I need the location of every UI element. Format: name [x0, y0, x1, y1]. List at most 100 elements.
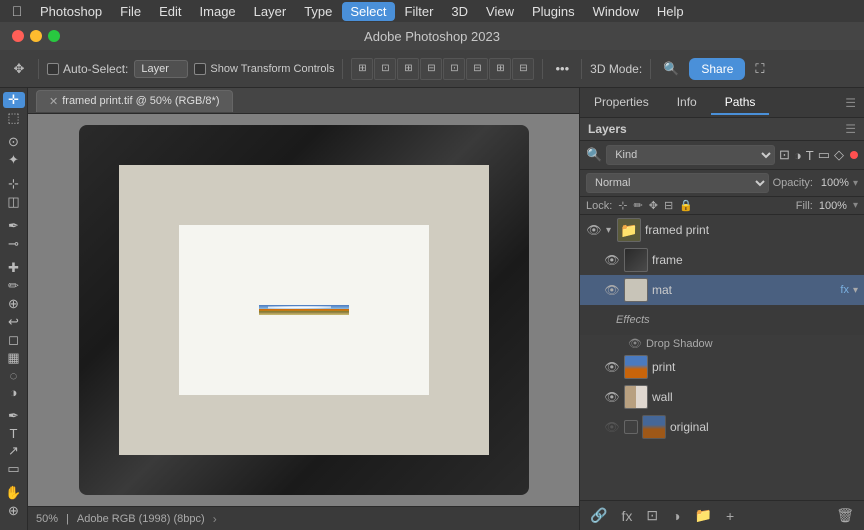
brush-tool[interactable]: ✏: [3, 278, 25, 294]
layer-row-print[interactable]: 👁 print: [580, 352, 864, 382]
marquee-tool[interactable]: ⬚: [3, 110, 25, 126]
transform-checkbox[interactable]: [194, 63, 206, 75]
align-bottom-button[interactable]: ⊟: [466, 58, 488, 80]
new-fill-button[interactable]: ◑: [668, 506, 684, 526]
opacity-chevron[interactable]: ▾: [853, 178, 858, 189]
zoom-tool[interactable]: ⊕: [3, 503, 25, 519]
pen-tool[interactable]: ✒: [3, 408, 25, 424]
align-left-button[interactable]: ⊞: [351, 58, 373, 80]
text-tool[interactable]: T: [3, 426, 25, 441]
fill-chevron[interactable]: ▾: [853, 200, 858, 211]
distribute-h-button[interactable]: ⊞: [489, 58, 511, 80]
slice-tool[interactable]: ◫: [3, 194, 25, 210]
menu-edit[interactable]: Edit: [151, 2, 189, 21]
stamp-tool[interactable]: ⊕: [3, 296, 25, 312]
close-button[interactable]: [12, 30, 24, 42]
layer-row-original[interactable]: 👁 original: [580, 412, 864, 442]
tab-info[interactable]: Info: [663, 91, 711, 115]
lock-artboard-icon[interactable]: ⊟: [664, 199, 673, 212]
distribute-v-button[interactable]: ⊟: [512, 58, 534, 80]
new-group-button[interactable]: 📁: [691, 505, 716, 526]
layer-mode-select[interactable]: Layer: [134, 60, 188, 78]
layer-visibility-mat[interactable]: 👁: [604, 282, 620, 298]
lock-position-icon[interactable]: ⊹: [618, 199, 627, 212]
menu-type[interactable]: Type: [296, 2, 340, 21]
type-filter-icon[interactable]: T: [806, 148, 814, 163]
move-tool-button[interactable]: ✥: [8, 58, 30, 80]
pixel-filter-icon[interactable]: ⊡: [779, 147, 790, 163]
blur-tool[interactable]: ◌: [3, 368, 25, 383]
align-right-button[interactable]: ⊞: [397, 58, 419, 80]
status-arrow[interactable]: ›: [213, 512, 217, 526]
layer-visibility-wall[interactable]: 👁: [604, 389, 620, 405]
lock-move-icon[interactable]: ✥: [649, 199, 658, 212]
menu-view[interactable]: View: [478, 2, 522, 21]
gradient-tool[interactable]: ▦: [3, 350, 25, 366]
heal-tool[interactable]: ✚: [3, 260, 25, 276]
layer-lock-original[interactable]: [624, 420, 638, 434]
layer-visibility-print[interactable]: 👁: [604, 359, 620, 375]
expand-button[interactable]: ⛶: [751, 59, 768, 79]
shape-tool[interactable]: ▭: [3, 461, 25, 477]
layers-menu-icon[interactable]: ☰: [845, 122, 856, 136]
history-tool[interactable]: ↩: [3, 314, 25, 330]
document-tab[interactable]: ✕ framed print.tif @ 50% (RGB/8*): [36, 90, 233, 112]
align-center-v-button[interactable]: ⊡: [443, 58, 465, 80]
effect-visibility-drop-shadow[interactable]: 👁: [628, 337, 642, 350]
lock-all-icon[interactable]: 🔒: [679, 199, 693, 212]
layer-row-frame[interactable]: 👁 frame: [580, 245, 864, 275]
shape-filter-icon[interactable]: ▭: [818, 147, 830, 163]
menu-select[interactable]: Select: [342, 2, 394, 21]
menu-3d[interactable]: 3D: [443, 2, 476, 21]
more-options-button[interactable]: •••: [551, 59, 573, 78]
effect-row-drop-shadow[interactable]: 👁 Drop Shadow: [580, 335, 864, 352]
lasso-tool[interactable]: ⊙: [3, 134, 25, 150]
layer-row-framed-print[interactable]: 👁 ▾ 📁 framed print: [580, 215, 864, 245]
layer-visibility-original[interactable]: 👁: [604, 419, 620, 435]
layer-row-mat[interactable]: 👁 mat fx ▾: [580, 275, 864, 305]
magic-wand-tool[interactable]: ✦: [3, 152, 25, 168]
tab-paths[interactable]: Paths: [711, 91, 770, 115]
eyedropper-tool[interactable]: ✒: [3, 218, 25, 234]
canvas[interactable]: [28, 114, 579, 506]
minimize-button[interactable]: [30, 30, 42, 42]
menu-window[interactable]: Window: [585, 2, 647, 21]
align-center-h-button[interactable]: ⊡: [374, 58, 396, 80]
ruler-tool[interactable]: ⊸: [3, 236, 25, 252]
maximize-button[interactable]: [48, 30, 60, 42]
blend-mode-select[interactable]: Normal: [586, 173, 769, 193]
share-button[interactable]: Share: [689, 58, 745, 80]
smart-filter-icon[interactable]: ◇: [834, 147, 844, 163]
auto-select-checkbox[interactable]: [47, 63, 59, 75]
add-mask-button[interactable]: ⊡: [642, 505, 662, 526]
layer-fx-indicator[interactable]: fx: [840, 284, 849, 296]
dodge-tool[interactable]: ◑: [3, 385, 25, 400]
menu-file[interactable]: File: [112, 2, 149, 21]
eraser-tool[interactable]: ◻: [3, 332, 25, 348]
opacity-value[interactable]: 100%: [817, 177, 849, 189]
tab-close-icon[interactable]: ✕: [49, 95, 58, 108]
search-button[interactable]: 🔍: [659, 59, 683, 79]
menu-layer[interactable]: Layer: [246, 2, 295, 21]
new-layer-button[interactable]: +: [722, 506, 738, 526]
move-tool[interactable]: ✛: [3, 92, 25, 108]
align-top-button[interactable]: ⊟: [420, 58, 442, 80]
adjustment-filter-icon[interactable]: ◑: [794, 148, 802, 163]
menu-filter[interactable]: Filter: [397, 2, 442, 21]
delete-layer-button[interactable]: 🗑: [832, 505, 858, 526]
path-select-tool[interactable]: ↗: [3, 443, 25, 459]
layer-visibility-frame[interactable]: 👁: [604, 252, 620, 268]
layer-expand-arrow[interactable]: ▾: [606, 225, 611, 236]
lock-brush-icon[interactable]: ✏: [634, 199, 643, 212]
apple-menu[interactable]: : [8, 2, 26, 20]
menu-image[interactable]: Image: [192, 2, 244, 21]
tab-properties[interactable]: Properties: [580, 91, 663, 115]
fx-collapse-arrow[interactable]: ▾: [853, 285, 858, 296]
menu-photoshop[interactable]: Photoshop: [32, 2, 110, 21]
filter-kind-select[interactable]: Kind: [606, 145, 775, 165]
layer-visibility-framed-print[interactable]: 👁: [586, 222, 602, 238]
add-style-button[interactable]: fx: [617, 506, 636, 526]
menu-help[interactable]: Help: [649, 2, 692, 21]
fill-value[interactable]: 100%: [819, 200, 847, 212]
layer-row-wall[interactable]: 👁 wall: [580, 382, 864, 412]
